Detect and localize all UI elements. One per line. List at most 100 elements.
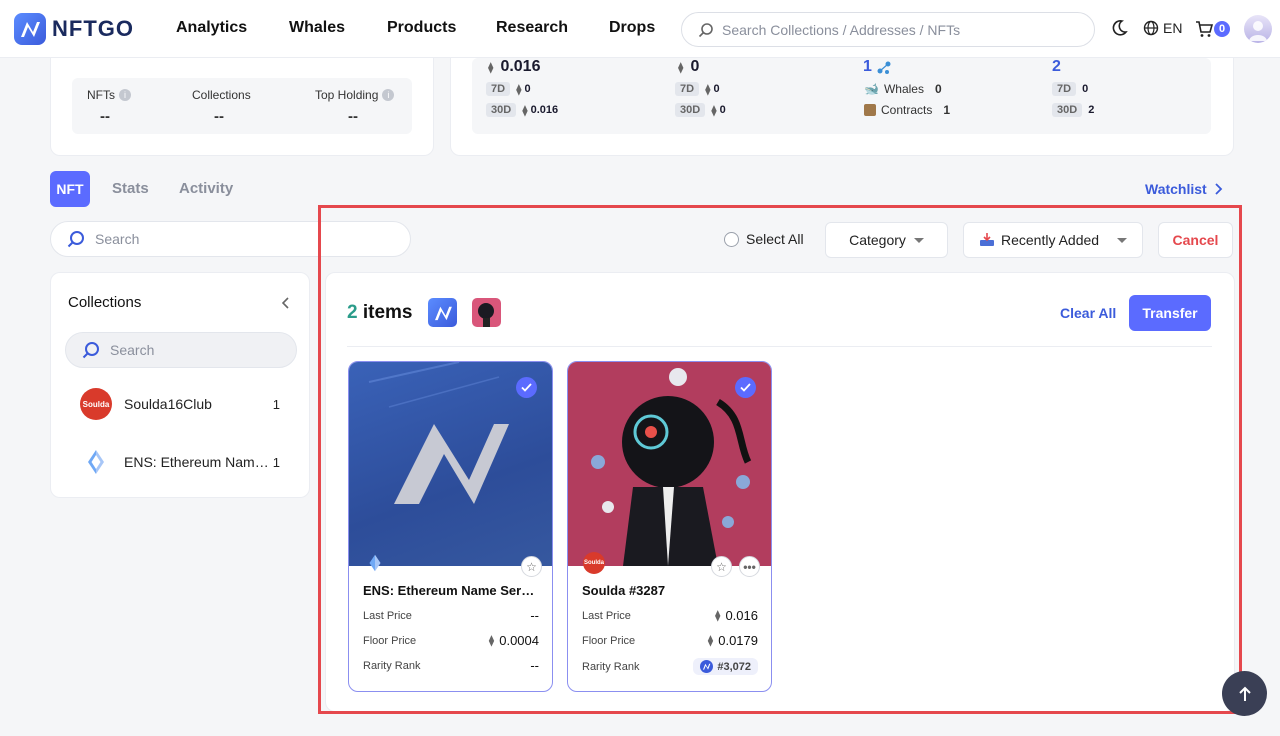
overview-col2-30d: 30D ⧫ 0	[675, 103, 726, 117]
overview-col1-7d: 7D ⧫ 0	[486, 82, 531, 96]
top-holding-stat-value: --	[348, 108, 358, 125]
selected-thumb-ens[interactable]	[428, 298, 457, 327]
more-options-icon[interactable]: •••	[739, 556, 760, 577]
nav-analytics[interactable]: Analytics	[176, 19, 247, 37]
nft-card-soulda-3287[interactable]: Soulda ☆ ••• Soulda #3287 Last Price ⧫ 0.0…	[567, 361, 772, 692]
nav-research[interactable]: Research	[496, 19, 568, 37]
collection-item-ens[interactable]: ENS: Ethereum Name Service 1	[80, 446, 290, 478]
selected-thumb-soulda[interactable]	[472, 298, 501, 327]
selected-check-icon[interactable]	[516, 377, 537, 398]
collections-stat-label: Collections	[192, 88, 251, 102]
nfts-stat-label: NFTs i	[87, 88, 131, 102]
nft-name[interactable]: Soulda #3287	[582, 583, 760, 598]
collection-name: Soulda16Club	[124, 396, 212, 412]
clear-all-link[interactable]: Clear All	[1060, 305, 1116, 321]
favorite-star-icon[interactable]: ☆	[711, 556, 732, 577]
collection-search[interactable]	[65, 332, 297, 368]
tab-activity[interactable]: Activity	[179, 180, 233, 197]
nav-drops[interactable]: Drops	[609, 19, 655, 37]
collections-stat-value: --	[214, 108, 224, 125]
collection-item-soulda16club[interactable]: Soulda Soulda16Club 1	[80, 388, 290, 420]
last-price-row: Last Price ⧫ 0.016	[582, 608, 758, 623]
eth-icon: ⧫	[715, 610, 721, 622]
sort-dropdown[interactable]: Recently Added	[963, 222, 1143, 258]
sort-label: Recently Added	[1001, 232, 1100, 248]
eth-icon: ⧫	[488, 635, 495, 647]
overview-col4-value: 2	[1052, 58, 1061, 75]
arrow-up-icon	[1238, 686, 1251, 701]
nft-name[interactable]: ENS: Ethereum Name Service	[363, 583, 541, 598]
language-switch[interactable]: EN	[1143, 20, 1182, 36]
nft-search-input[interactable]	[95, 231, 276, 247]
soulda-badge: Soulda	[583, 552, 605, 574]
ens-badge-icon	[364, 552, 386, 574]
rarity-rank-row: Rarity Rank --	[363, 658, 539, 673]
overview-col3-value: 1	[863, 58, 892, 76]
overview-col2-7d: 7D ⧫ 0	[675, 82, 720, 96]
ens-logo-icon	[80, 446, 112, 478]
info-icon[interactable]: i	[382, 89, 395, 101]
tab-stats[interactable]: Stats	[112, 180, 149, 197]
select-all-radio[interactable]	[724, 231, 739, 247]
nftgo-logo[interactable]: NFTGO	[14, 13, 134, 45]
overview-col1-value: ⧫ 0.016	[488, 58, 541, 75]
select-all-toggle[interactable]: Select All	[724, 231, 804, 247]
collection-name: ENS: Ethereum Name Service	[124, 454, 273, 470]
eth-icon: ⧫	[516, 83, 522, 96]
global-search[interactable]	[681, 12, 1095, 47]
contract-scroll-icon	[864, 104, 876, 116]
nft-card-ens[interactable]: ☆ ENS: Ethereum Name Service Last Price -…	[348, 361, 553, 692]
nftgo-rank-icon	[700, 660, 714, 673]
selected-check-icon[interactable]	[735, 377, 756, 398]
cancel-button[interactable]: Cancel	[1158, 222, 1233, 258]
cart-count-badge: 0	[1214, 21, 1230, 37]
user-avatar[interactable]	[1244, 15, 1272, 43]
watchlist-link[interactable]: Watchlist	[1145, 181, 1223, 197]
logo-text: NFTGO	[52, 16, 134, 41]
info-icon[interactable]: i	[119, 89, 131, 101]
category-label: Category	[849, 232, 906, 248]
chevron-right-icon	[1215, 183, 1222, 195]
soulda-logo: Soulda	[80, 388, 112, 420]
overview-col2-value: ⧫ 0	[678, 58, 700, 75]
category-dropdown[interactable]: Category	[825, 222, 948, 258]
transfer-button[interactable]: Transfer	[1129, 295, 1211, 331]
collection-count: 1	[272, 454, 280, 470]
caret-down-icon	[913, 237, 924, 243]
dark-mode-moon-icon[interactable]	[1110, 19, 1128, 37]
whales-count: 🐋 Whales 0	[864, 82, 942, 96]
floor-price-row: Floor Price ⧫ 0.0004	[363, 633, 539, 648]
select-all-label: Select All	[746, 231, 804, 247]
favorite-star-icon[interactable]: ☆	[521, 556, 542, 577]
overview-col1-30d: 30D ⧫ 0.016	[486, 103, 558, 117]
nav-whales[interactable]: Whales	[289, 19, 345, 37]
global-search-input[interactable]	[722, 21, 1072, 38]
collection-count: 1	[272, 396, 280, 412]
eth-icon: ⧫	[707, 635, 714, 647]
caret-down-icon	[1117, 237, 1127, 243]
collapse-panel-chevron-left-icon[interactable]	[281, 296, 290, 312]
collections-title: Collections	[68, 294, 142, 311]
top-header: NFTGO Analytics Whales Products Research…	[0, 0, 1280, 58]
top-holding-stat-label: Top Holding i	[315, 88, 395, 102]
nav-products[interactable]: Products	[387, 19, 456, 37]
nft-search[interactable]	[50, 221, 411, 257]
language-label: EN	[1163, 20, 1183, 36]
scroll-to-top-button[interactable]	[1222, 671, 1267, 716]
eth-icon: ⧫	[522, 104, 528, 117]
nftgo-logo-icon	[14, 13, 46, 45]
last-price-row: Last Price --	[363, 608, 539, 623]
eth-icon: ⧫	[488, 61, 494, 74]
cart-icon[interactable]	[1195, 20, 1213, 38]
whale-icon: 🐋	[864, 82, 879, 96]
eth-icon: ⧫	[705, 83, 711, 96]
collection-search-input[interactable]	[110, 342, 270, 358]
eth-icon: ⧫	[711, 104, 717, 117]
rarity-rank-row: Rarity Rank #3,072	[582, 658, 758, 675]
search-icon	[67, 231, 84, 248]
inbox-tray-icon	[980, 233, 994, 246]
overview-col4-7d: 7D 0	[1052, 82, 1088, 96]
rarity-rank-pill: #3,072	[693, 658, 758, 675]
network-icon	[877, 61, 891, 74]
tab-nft[interactable]: NFT	[50, 171, 90, 207]
